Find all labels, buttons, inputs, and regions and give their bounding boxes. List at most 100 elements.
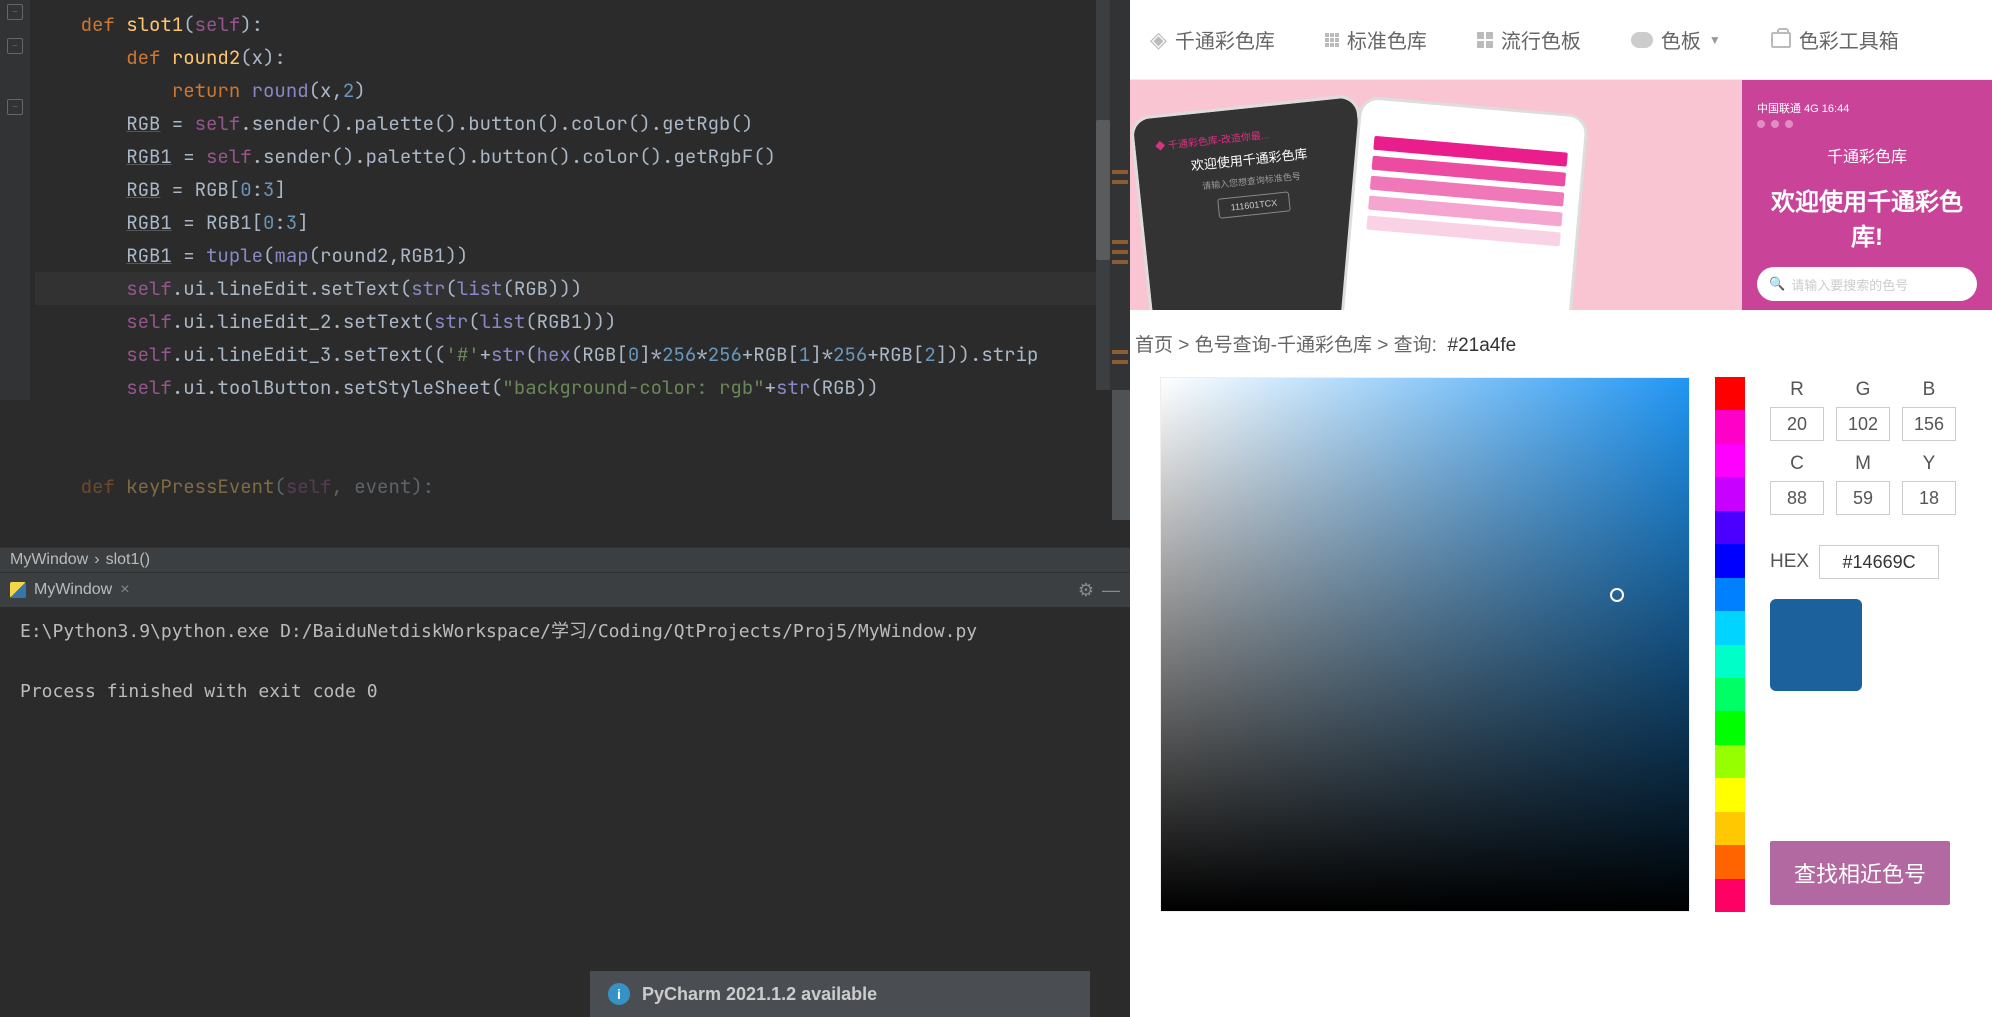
hex-label: HEX [1770,551,1809,573]
nav-item-qiantong[interactable]: ◈ 千通彩色库 [1150,25,1275,54]
code-line[interactable]: self.ui.lineEdit.setText(str(list(RGB))) [35,272,1130,305]
crumb-query-label: 查询: [1394,335,1437,356]
hero-banner: ◆ 千通彩色库-改造你最... 欢迎使用千通彩色库 请输入您想查询标准色号 11… [1130,80,1992,310]
cmy-label: M [1836,453,1890,475]
crumb-section[interactable]: 色号查询-千通彩色库 [1195,335,1372,356]
promo-panel: 中国联通 4G 16:44 千通彩色库 欢迎使用千通彩色库! 🔍 请输入要搜索的… [1742,80,1992,310]
color-picker: RGB CMY HEX 查找相近色号 [1130,377,1992,1017]
search-icon: 🔍 [1769,276,1785,292]
browser-pane: ◈ 千通彩色库 标准色库 流行色板 色板 ▼ 色彩工具箱 ◆ 千通彩色库-改造你… [1130,0,1992,1017]
close-icon[interactable]: × [120,581,129,599]
nav-label: 千通彩色库 [1175,25,1275,54]
briefcase-icon [1771,32,1791,48]
phone-button: 111601TCX [1217,191,1291,218]
editor-scrollbar[interactable] [1096,0,1110,390]
editor-scrollbar-handle[interactable] [1112,390,1130,520]
rgb-cell: R [1770,379,1824,441]
status-icons [1757,120,1977,128]
promo-search[interactable]: 🔍 请输入要搜索的色号 [1757,267,1977,301]
code-line[interactable]: def keyPressEvent(self, event): [35,470,1130,503]
rgb-input-g[interactable] [1836,407,1890,441]
minimize-icon[interactable]: — [1102,580,1120,601]
hue-slider[interactable] [1715,377,1745,912]
cmy-label: Y [1902,453,1956,475]
page-breadcrumb: 首页 > 色号查询-千通彩色库 > 查询: #21a4fe [1130,310,1992,377]
hue-segment[interactable] [1715,879,1745,912]
gear-icon[interactable]: ⚙ [1078,580,1094,601]
chevron-down-icon: ▼ [1709,33,1721,47]
code-line[interactable]: RGB1 = tuple(map(round2,RGB1)) [35,239,1130,272]
hue-segment[interactable] [1715,544,1745,577]
notification-banner[interactable]: i PyCharm 2021.1.2 available [590,971,1090,1017]
hue-segment[interactable] [1715,477,1745,510]
code-line[interactable]: return round(x,2) [35,74,1130,107]
rgb-input-b[interactable] [1902,407,1956,441]
crumb-home[interactable]: 首页 [1135,335,1173,356]
promo-title: 千通彩色库 [1757,143,1977,167]
hue-segment[interactable] [1715,410,1745,443]
code-line[interactable]: def slot1(self): [35,8,1130,41]
code-line[interactable]: RGB = self.sender().palette().button().c… [35,107,1130,140]
code-line[interactable]: RGB = RGB[0:3] [35,173,1130,206]
promo-subtitle: 欢迎使用千通彩色库! [1757,182,1977,252]
find-similar-button[interactable]: 查找相近色号 [1770,841,1950,905]
chevron-right-icon: › [94,551,99,569]
console-line: E:\Python3.9\python.exe D:/BaiduNetdiskW… [20,617,1110,647]
color-swatch [1770,599,1862,691]
cmy-input-c[interactable] [1770,481,1824,515]
minimap[interactable] [1110,0,1130,390]
hue-segment[interactable] [1715,645,1745,678]
crumb-query-value: #21a4fe [1448,335,1517,356]
cmy-label: C [1770,453,1824,475]
nav-label: 色彩工具箱 [1799,25,1899,54]
breadcrumb-item[interactable]: slot1() [106,551,150,569]
hue-segment[interactable] [1715,444,1745,477]
hue-segment[interactable] [1715,778,1745,811]
hue-segment[interactable] [1715,845,1745,878]
hue-segment[interactable] [1715,611,1745,644]
nav-item-palette[interactable]: 色板 ▼ [1631,25,1721,54]
rgb-label: R [1770,379,1824,401]
cmy-input-y[interactable] [1902,481,1956,515]
code-line[interactable]: self.ui.lineEdit_3.setText(('#'+str(hex(… [35,338,1130,371]
hue-segment[interactable] [1715,578,1745,611]
picker-cursor[interactable] [1610,588,1624,602]
rgb-label: B [1902,379,1956,401]
grid-icon [1325,33,1339,47]
nav-item-standard[interactable]: 标准色库 [1325,25,1427,54]
code-line[interactable]: self.ui.toolButton.setStyleSheet("backgr… [35,371,1130,404]
code-line[interactable]: RGB1 = self.sender().palette().button().… [35,140,1130,173]
hue-segment[interactable] [1715,377,1745,410]
info-icon: i [608,983,630,1005]
nav-label: 标准色库 [1347,25,1427,54]
nav-label: 流行色板 [1501,25,1581,54]
console-output[interactable]: E:\Python3.9\python.exe D:/BaiduNetdiskW… [0,607,1130,1017]
code-line[interactable]: self.ui.lineEdit_2.setText(str(list(RGB1… [35,305,1130,338]
code-line[interactable] [35,437,1130,470]
code-editor[interactable]: def slot1(self): def round2(x): return r… [0,0,1130,547]
python-icon [10,582,26,598]
breadcrumb-item[interactable]: MyWindow [10,551,88,569]
cmy-input-m[interactable] [1836,481,1890,515]
code-line[interactable]: RGB1 = RGB1[0:3] [35,206,1130,239]
run-tab-label[interactable]: MyWindow [34,581,112,599]
cmy-cell: M [1836,453,1890,515]
nav-item-trend[interactable]: 流行色板 [1477,25,1581,54]
hue-segment[interactable] [1715,812,1745,845]
rgb-input-r[interactable] [1770,407,1824,441]
hex-input[interactable] [1819,545,1939,579]
hue-segment[interactable] [1715,745,1745,778]
saturation-value-area[interactable] [1160,377,1690,912]
hue-segment[interactable] [1715,711,1745,744]
value-panel: RGB CMY HEX 查找相近色号 [1770,377,1982,997]
code-line[interactable] [35,404,1130,437]
notification-text: PyCharm 2021.1.2 available [642,984,877,1005]
run-tab-bar: MyWindow × ⚙ — [0,573,1130,607]
breadcrumb: MyWindow › slot1() [0,547,1130,573]
rgb-cell: G [1836,379,1890,441]
grid-icon [1477,32,1493,48]
hue-segment[interactable] [1715,678,1745,711]
nav-item-tools[interactable]: 色彩工具箱 [1771,25,1899,54]
code-line[interactable]: def round2(x): [35,41,1130,74]
hue-segment[interactable] [1715,511,1745,544]
